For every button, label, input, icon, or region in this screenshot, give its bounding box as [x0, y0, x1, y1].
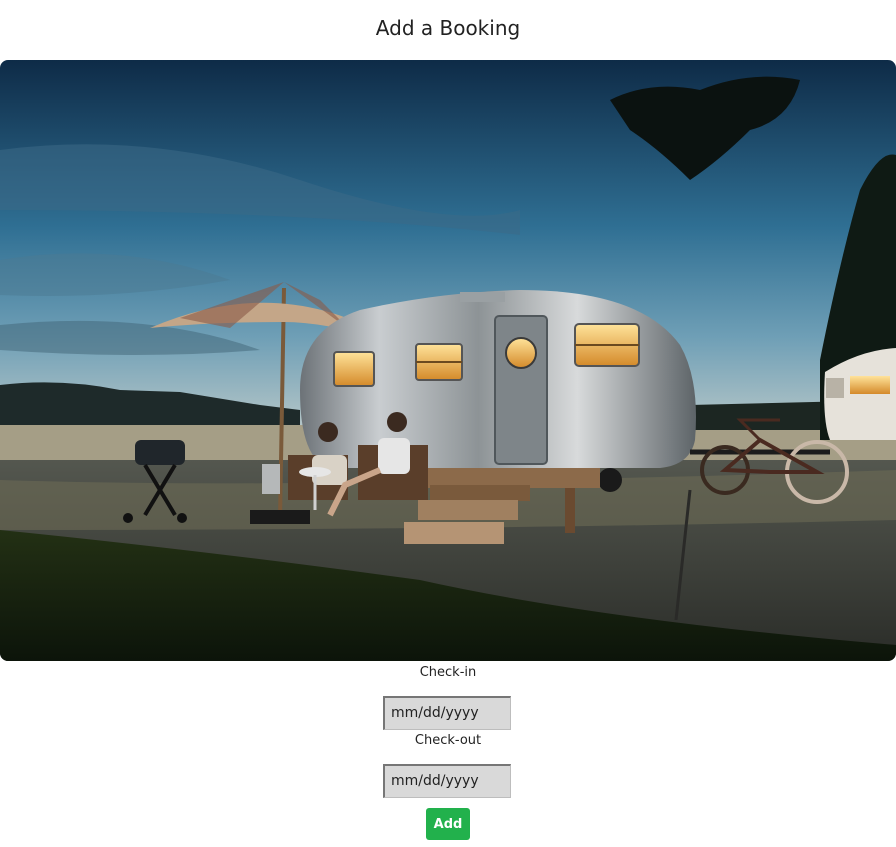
checkin-date-input[interactable]: mm/dd/yyyy [383, 696, 511, 730]
booking-page: Add a Booking Check-in mm/dd/yyyy Check-… [0, 0, 896, 847]
hero-image [0, 60, 896, 661]
checkout-date-input[interactable]: mm/dd/yyyy [383, 764, 511, 798]
checkin-label: Check-in [419, 665, 477, 680]
add-booking-button[interactable]: Add [426, 808, 470, 840]
page-title: Add a Booking [375, 16, 521, 40]
trailer-campsite-illustration [0, 60, 896, 661]
checkout-label: Check-out [414, 733, 482, 748]
